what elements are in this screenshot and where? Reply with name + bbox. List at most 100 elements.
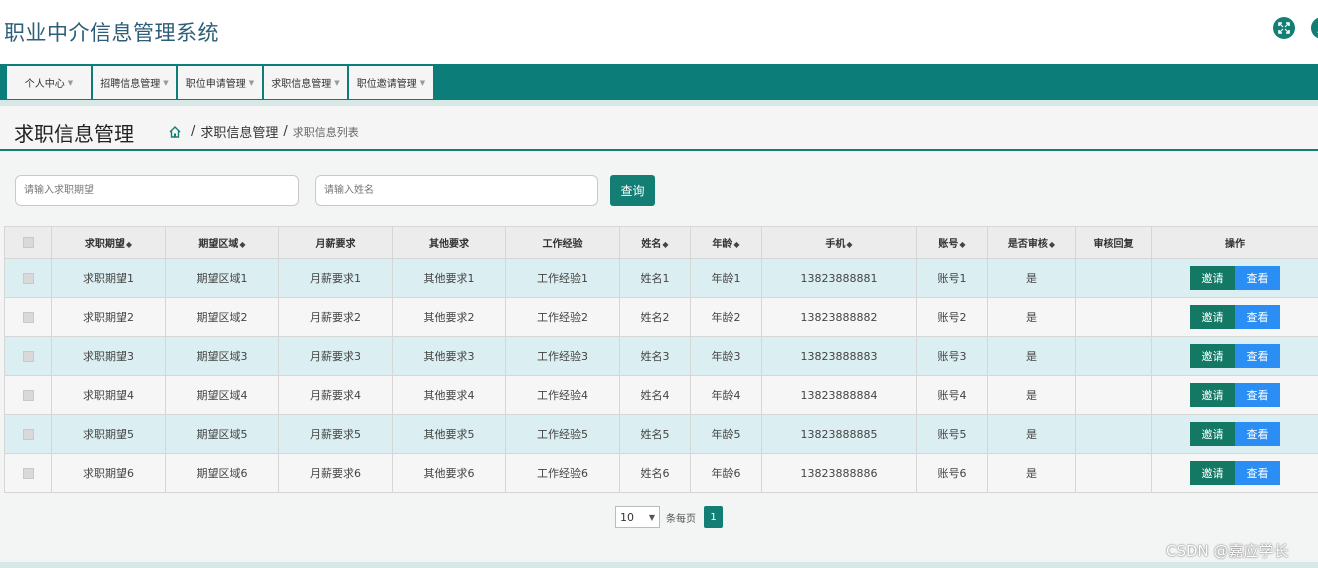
cell-region: 期望区域6 <box>165 453 279 493</box>
cell-experience: 工作经验1 <box>505 258 620 298</box>
view-button[interactable]: 查看 <box>1235 305 1280 329</box>
cell-age: 年龄4 <box>690 375 762 415</box>
header-label: 其他要求 <box>429 239 469 250</box>
sort-icon: ◆ <box>239 240 246 249</box>
page-size-value: 10 <box>620 510 634 524</box>
view-button[interactable]: 查看 <box>1235 344 1280 368</box>
view-button[interactable]: 查看 <box>1235 266 1280 290</box>
view-button[interactable]: 查看 <box>1235 422 1280 446</box>
invite-button[interactable]: 邀请 <box>1190 461 1235 485</box>
col-header-expectation[interactable]: 求职期望◆ <box>51 226 166 259</box>
row-checkbox[interactable] <box>22 390 34 401</box>
header-label: 审核回复 <box>1093 239 1134 250</box>
row-checkbox[interactable] <box>22 351 34 362</box>
app-header: 职业中介信息管理系统 <box>0 0 1318 64</box>
row-actions: 邀请 查看 <box>1190 344 1280 368</box>
cell-experience: 工作经验5 <box>505 414 620 454</box>
cell-region: 期望区域5 <box>165 414 279 454</box>
bottom-divider <box>0 562 1318 568</box>
col-header-approved[interactable]: 是否审核◆ <box>987 226 1076 259</box>
cell-name: 姓名3 <box>619 336 691 376</box>
cell-reply <box>1075 453 1152 493</box>
fullscreen-button[interactable] <box>1273 17 1295 39</box>
nav-item-invitations[interactable]: 职位邀请管理 ▼ <box>349 66 435 99</box>
cell-reply <box>1075 297 1152 337</box>
nav-item-label: 个人中心 <box>24 79 65 90</box>
col-header-name[interactable]: 姓名◆ <box>619 226 691 259</box>
cell-other: 其他要求5 <box>392 414 506 454</box>
table-row[interactable]: 求职期望5 期望区域5 月薪要求5 其他要求5 工作经验5 姓名5 年龄5 138238888… <box>4 414 1318 454</box>
row-checkbox[interactable] <box>22 429 34 440</box>
caret-down-icon: ▼ <box>248 78 255 87</box>
view-button[interactable]: 查看 <box>1235 461 1280 485</box>
cell-approved: 是 <box>987 258 1076 298</box>
row-select-cell <box>4 297 52 337</box>
row-checkbox[interactable] <box>22 273 34 284</box>
nav-item-job-seeking[interactable]: 求职信息管理 ▼ <box>264 66 349 99</box>
table-row[interactable]: 求职期望3 期望区域3 月薪要求3 其他要求3 工作经验3 姓名3 年龄3 138238888… <box>4 336 1318 376</box>
row-select-cell <box>4 258 52 298</box>
cell-experience: 工作经验4 <box>505 375 620 415</box>
invite-button[interactable]: 邀请 <box>1190 344 1235 368</box>
col-header-account[interactable]: 账号◆ <box>916 226 988 259</box>
expectation-search-input[interactable] <box>15 175 299 206</box>
cell-account: 账号5 <box>916 414 988 454</box>
cell-region: 期望区域2 <box>165 297 279 337</box>
breadcrumb: / 求职信息管理 / 求职信息列表 <box>168 122 359 141</box>
nav-item-recruitment[interactable]: 招聘信息管理 ▼ <box>93 66 178 99</box>
invite-button[interactable]: 邀请 <box>1190 422 1235 446</box>
cell-name: 姓名2 <box>619 297 691 337</box>
nav-item-applications[interactable]: 职位申请管理 ▼ <box>178 66 264 99</box>
name-search-input[interactable] <box>315 175 598 206</box>
invite-button[interactable]: 邀请 <box>1190 383 1235 407</box>
cell-approved: 是 <box>987 414 1076 454</box>
watermark: CSDN @嘉应学长 <box>1166 542 1289 560</box>
caret-down-icon: ▼ <box>334 78 340 87</box>
main-content: 求职信息管理 / 求职信息管理 / 求职信息列表 查询 求职期望◆ 期望区域◆ … <box>0 106 1318 562</box>
table-row[interactable]: 求职期望1 期望区域1 月薪要求1 其他要求1 工作经验1 姓名1 年龄1 138238888… <box>4 258 1318 298</box>
header-label: 年龄 <box>712 239 733 250</box>
cell-experience: 工作经验3 <box>505 336 620 376</box>
cell-age: 年龄6 <box>690 453 762 493</box>
page-size-select[interactable]: 10 ▼ <box>615 506 660 528</box>
col-header-age[interactable]: 年龄◆ <box>690 226 762 259</box>
col-header-region[interactable]: 期望区域◆ <box>165 226 279 259</box>
home-icon[interactable] <box>168 125 182 139</box>
table-row[interactable]: 求职期望6 期望区域6 月薪要求6 其他要求6 工作经验6 姓名6 年龄6 138238888… <box>4 453 1318 493</box>
header-label: 是否审核 <box>1007 239 1048 250</box>
query-button[interactable]: 查询 <box>610 175 655 206</box>
row-checkbox[interactable] <box>22 312 34 323</box>
invite-button[interactable]: 邀请 <box>1190 266 1235 290</box>
cell-name: 姓名5 <box>619 414 691 454</box>
cell-other: 其他要求1 <box>392 258 506 298</box>
nav-item-label: 职位邀请管理 <box>356 79 417 90</box>
col-header-ops: 操作 <box>1151 226 1318 259</box>
row-actions: 邀请 查看 <box>1190 266 1280 290</box>
chevron-down-icon: ▼ <box>648 512 655 522</box>
table-row[interactable]: 求职期望4 期望区域4 月薪要求4 其他要求4 工作经验4 姓名4 年龄4 138238888… <box>4 375 1318 415</box>
caret-down-icon: ▼ <box>163 78 169 87</box>
col-header-reply: 审核回复 <box>1075 226 1152 259</box>
row-actions: 邀请 查看 <box>1190 383 1280 407</box>
cell-account: 账号6 <box>916 453 988 493</box>
table-row[interactable]: 求职期望2 期望区域2 月薪要求2 其他要求2 工作经验2 姓名2 年龄2 138238888… <box>4 297 1318 337</box>
breadcrumb-section[interactable]: 求职信息管理 <box>200 122 278 141</box>
page-number-current[interactable]: 1 <box>704 506 723 528</box>
breadcrumb-current: 求职信息列表 <box>292 125 359 139</box>
col-header-other: 其他要求 <box>392 226 506 259</box>
header-label: 月薪要求 <box>315 239 356 250</box>
sort-icon: ◆ <box>959 240 966 249</box>
col-header-phone[interactable]: 手机◆ <box>761 226 917 259</box>
cell-approved: 是 <box>987 375 1076 415</box>
header-label: 工作经验 <box>542 239 583 250</box>
app-title: 职业中介信息管理系统 <box>4 21 219 45</box>
view-button[interactable]: 查看 <box>1235 383 1280 407</box>
user-menu-button[interactable] <box>1311 17 1318 39</box>
select-all-checkbox[interactable] <box>22 236 34 248</box>
row-select-cell <box>4 453 52 493</box>
invite-button[interactable]: 邀请 <box>1190 305 1235 329</box>
cell-phone: 13823888883 <box>761 336 917 376</box>
header-label: 期望区域 <box>198 239 239 250</box>
nav-item-personal-center[interactable]: 个人中心 ▼ <box>7 66 93 99</box>
row-checkbox[interactable] <box>22 468 34 479</box>
